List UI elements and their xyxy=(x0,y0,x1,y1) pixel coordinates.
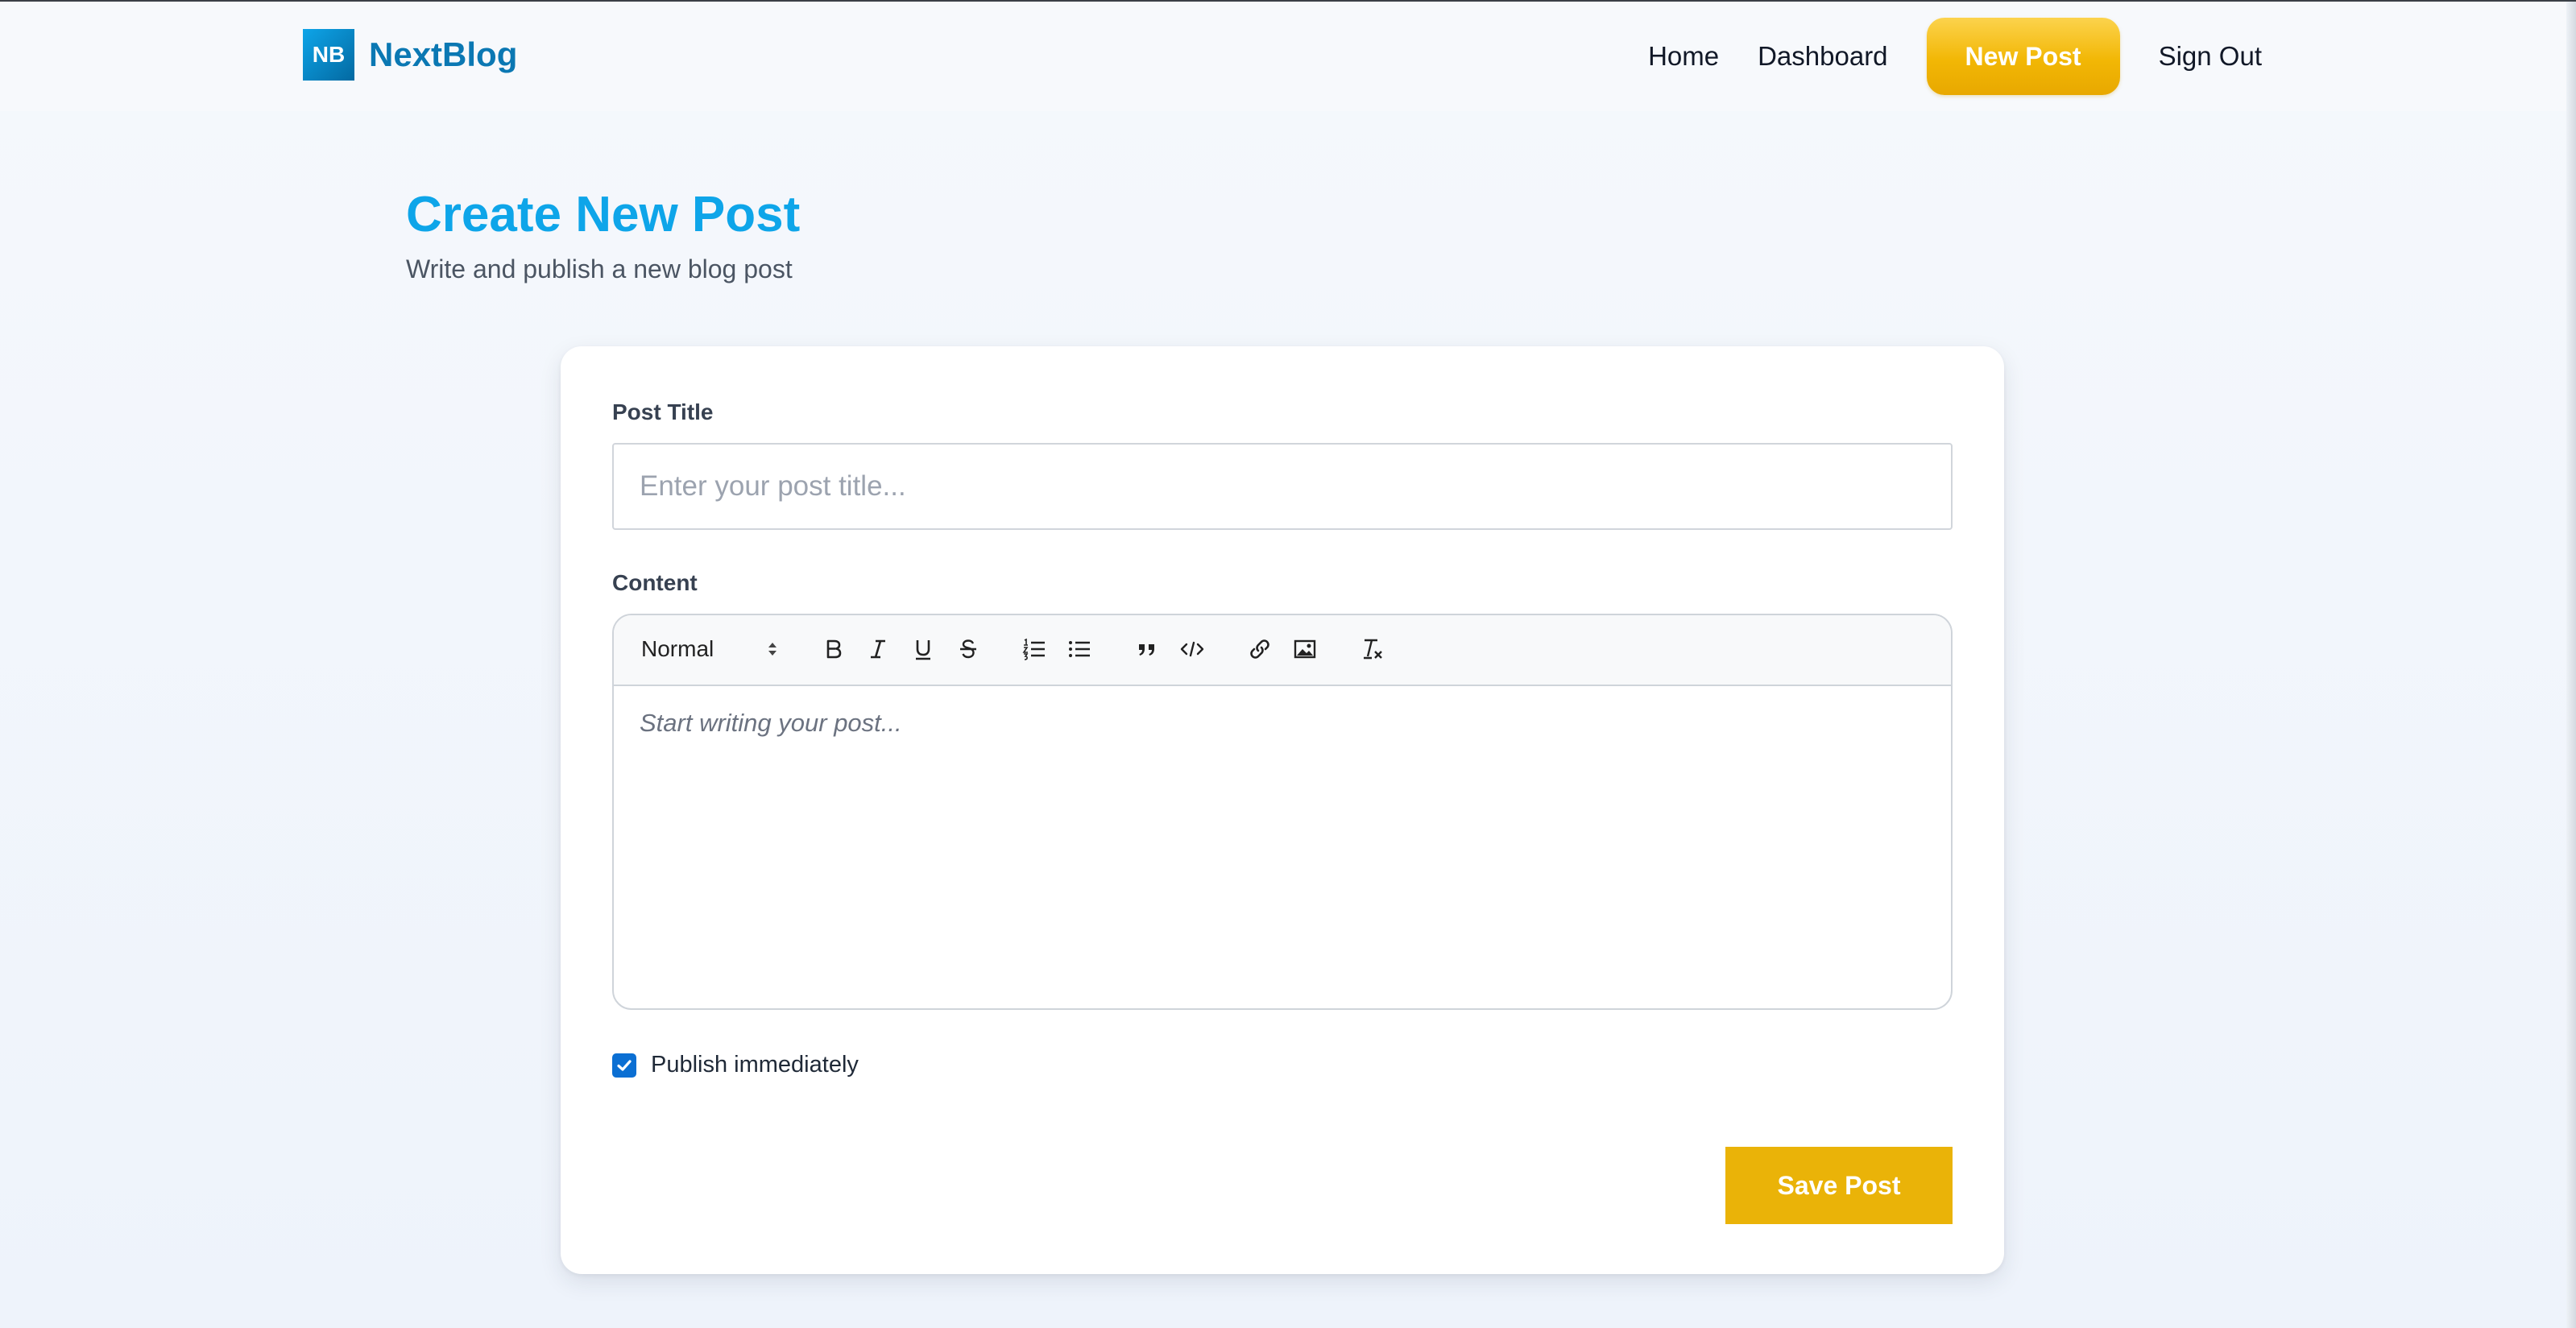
clear-formatting-icon xyxy=(1364,639,1382,660)
page-scrollbar[interactable] xyxy=(2566,2,2576,1328)
page-subtitle: Write and publish a new blog post xyxy=(406,254,793,283)
link-icon xyxy=(1250,639,1269,659)
brand-name: NextBlog xyxy=(369,35,518,73)
publish-option: Publish immediately xyxy=(612,1052,859,1078)
rich-text-editor: Normal Start writing your post... xyxy=(612,614,1953,1010)
format-select[interactable]: Normal xyxy=(641,631,778,667)
post-title-input[interactable] xyxy=(612,443,1953,530)
nav-home-link[interactable]: Home xyxy=(1648,41,1719,72)
editor-content-area[interactable]: Start writing your post... xyxy=(614,686,1951,760)
strikethrough-icon xyxy=(960,639,976,659)
link-button[interactable] xyxy=(1242,631,1278,667)
italic-icon xyxy=(871,639,885,659)
publish-checkbox[interactable] xyxy=(612,1053,636,1078)
brand-logo[interactable]: NB NextBlog xyxy=(303,29,517,81)
top-navbar: NB NextBlog Home Dashboard New Post Sign… xyxy=(0,2,2566,111)
clear-formatting-button[interactable] xyxy=(1355,631,1390,667)
select-arrows-icon xyxy=(768,643,777,656)
nav-new-post-button[interactable]: New Post xyxy=(1926,18,2120,95)
bold-button[interactable] xyxy=(815,631,851,667)
checkmark-icon xyxy=(617,1059,632,1071)
blockquote-icon xyxy=(1139,644,1154,656)
post-form-card: Post Title Content Normal xyxy=(561,346,2004,1274)
main-nav: Home Dashboard New Post Sign Out xyxy=(1609,18,2262,95)
publish-label[interactable]: Publish immediately xyxy=(651,1052,859,1078)
post-title-label: Post Title xyxy=(612,399,714,424)
underline-icon xyxy=(916,640,930,660)
ordered-list-icon xyxy=(1022,638,1045,660)
nav-sign-out-link[interactable]: Sign Out xyxy=(2159,41,2262,72)
image-icon xyxy=(1294,639,1316,659)
save-post-button[interactable]: Save Post xyxy=(1725,1147,1953,1224)
page-heading: Create New Post Write and publish a new … xyxy=(406,184,800,284)
bullet-list-button[interactable] xyxy=(1062,631,1097,667)
content-label: Content xyxy=(612,570,698,595)
ordered-list-button[interactable] xyxy=(1017,631,1052,667)
format-select-value: Normal xyxy=(641,636,714,661)
bullet-list-icon xyxy=(1069,641,1090,657)
editor-toolbar: Normal xyxy=(614,615,1951,686)
bold-icon xyxy=(826,639,842,659)
brand-badge: NB xyxy=(303,29,354,81)
nav-dashboard-link[interactable]: Dashboard xyxy=(1758,41,1887,72)
code-block-icon xyxy=(1180,641,1204,657)
italic-button[interactable] xyxy=(860,631,896,667)
strikethrough-button[interactable] xyxy=(950,631,986,667)
code-block-button[interactable] xyxy=(1174,631,1210,667)
underline-button[interactable] xyxy=(905,631,941,667)
blockquote-button[interactable] xyxy=(1129,631,1165,667)
page-title: Create New Post xyxy=(406,187,801,242)
image-button[interactable] xyxy=(1287,631,1323,667)
